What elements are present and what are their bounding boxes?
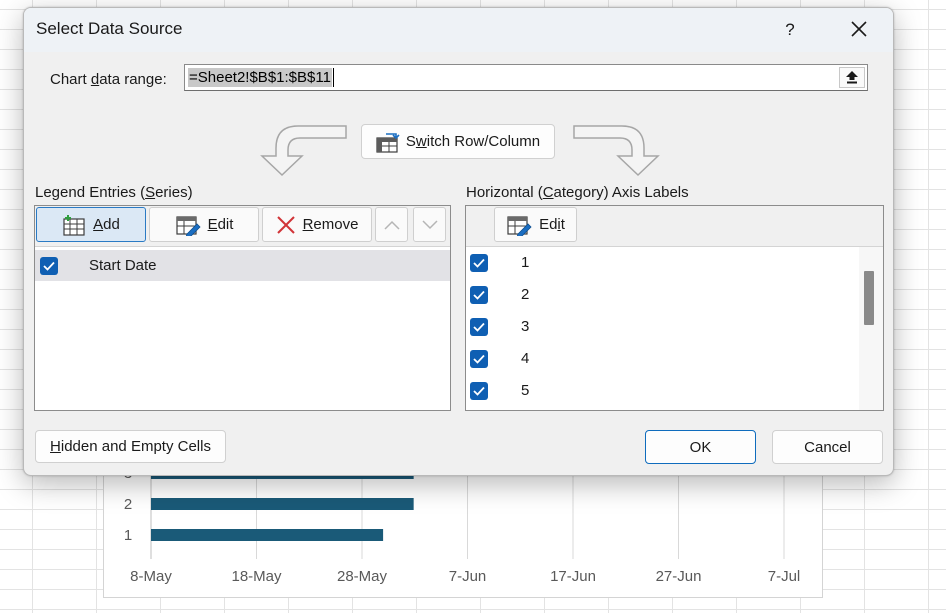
switch-row-column-icon: [376, 132, 400, 153]
collapse-arrow-icon: [846, 71, 858, 84]
x-tick-label: 8-May: [130, 568, 172, 585]
edit-label: Edit: [207, 216, 234, 233]
category-row[interactable]: 5: [466, 375, 858, 406]
remove-x-icon: [276, 215, 295, 234]
y-tick-label: 1: [124, 527, 132, 544]
chart-data-range-value: =Sheet2!$B$1:$B$11: [188, 68, 332, 87]
category-label: 3: [521, 318, 530, 335]
y-tick-label: 2: [124, 496, 132, 513]
category-checkbox[interactable]: [470, 286, 488, 304]
text-caret: [333, 68, 334, 87]
category-checkbox[interactable]: [470, 382, 488, 400]
help-button[interactable]: ?: [770, 8, 810, 52]
close-button[interactable]: [834, 8, 884, 52]
edit-table-icon: [175, 215, 201, 236]
select-data-source-dialog: Select Data Source ? Chart data range: =…: [23, 7, 894, 476]
category-list-scrollbar[interactable]: [859, 247, 883, 410]
title-bar: Select Data Source ?: [24, 8, 893, 52]
category-checkbox[interactable]: [470, 254, 488, 272]
chevron-down-icon: [421, 219, 438, 229]
category-label: 4: [521, 350, 530, 367]
x-tick-label: 7-Jul: [768, 568, 801, 585]
chart-data-range-input[interactable]: =Sheet2!$B$1:$B$11: [184, 64, 868, 91]
checkmark-icon: [473, 386, 485, 396]
axis-edit-label: Edit: [539, 216, 565, 233]
x-tick-label: 7-Jun: [449, 568, 487, 585]
edit-table-icon: [507, 215, 532, 236]
cancel-label: Cancel: [804, 438, 851, 456]
category-row[interactable]: 4: [466, 343, 858, 374]
switch-row-column-label: Switch Row/Column: [405, 133, 541, 150]
remove-series-button[interactable]: Remove: [262, 207, 372, 242]
collapse-dialog-button[interactable]: [839, 67, 865, 88]
switch-row-column-button[interactable]: Switch Row/Column: [361, 124, 555, 159]
axis-labels-label: Horizontal (Category) Axis Labels: [466, 184, 689, 201]
legend-entries-panel: Add Edit Remove Start Date: [34, 205, 451, 411]
series-row[interactable]: Start Date: [35, 250, 450, 281]
scrollbar-thumb[interactable]: [864, 271, 874, 325]
series-name: Start Date: [89, 257, 157, 274]
category-checkbox[interactable]: [470, 318, 488, 336]
bar-chart-svg: 8-May 18-May 28-May 7-Jun 17-Jun 27-Jun 7-Jul 1…: [124, 463, 801, 585]
axis-toolbar: Edit: [466, 206, 883, 247]
hidden-empty-cells-label: Hidden and Empty Cells: [50, 438, 211, 455]
background-bar-chart: 8-May 18-May 28-May 7-Jun 17-Jun 27-Jun 7-Jul 1…: [103, 462, 823, 598]
switch-right-arrow-icon: [573, 125, 660, 177]
ok-button[interactable]: OK: [645, 430, 756, 464]
checkmark-icon: [473, 290, 485, 300]
move-down-button[interactable]: [413, 207, 446, 242]
hidden-empty-cells-button[interactable]: Hidden and Empty Cells: [35, 430, 226, 463]
checkmark-icon: [473, 354, 485, 364]
switch-left-arrow-icon: [260, 125, 347, 177]
category-axis-labels-panel: Edit 1 2 3 4 5: [465, 205, 884, 411]
edit-series-button[interactable]: Edit: [149, 207, 259, 242]
category-row[interactable]: 2: [466, 279, 858, 310]
checkmark-icon: [473, 322, 485, 332]
category-label: 1: [521, 254, 530, 271]
edit-axis-labels-button[interactable]: Edit: [494, 207, 577, 242]
checkmark-icon: [43, 261, 55, 271]
legend-entries-label: Legend Entries (Series): [35, 184, 193, 201]
x-tick-label: 17-Jun: [550, 568, 596, 585]
series-checkbox[interactable]: [40, 257, 58, 275]
dialog-title: Select Data Source: [36, 19, 183, 38]
add-series-button[interactable]: Add: [36, 207, 146, 242]
checkmark-icon: [473, 258, 485, 268]
remove-label: Remove: [302, 216, 359, 233]
category-row[interactable]: 1: [466, 247, 858, 278]
chart-bar: [151, 529, 384, 541]
add-label: Add: [93, 216, 120, 233]
category-label: 5: [521, 382, 530, 399]
chevron-up-icon: [383, 220, 400, 230]
x-tick-label: 18-May: [231, 568, 282, 585]
legend-toolbar: Add Edit Remove: [35, 206, 450, 247]
category-row[interactable]: 3: [466, 311, 858, 342]
category-checkbox[interactable]: [470, 350, 488, 368]
move-up-button[interactable]: [375, 207, 408, 242]
chart-bar: [151, 498, 414, 510]
cancel-button[interactable]: Cancel: [772, 430, 883, 464]
ok-label: OK: [689, 438, 712, 456]
close-icon: [851, 21, 867, 37]
category-label: 2: [521, 286, 530, 303]
add-table-icon: [63, 214, 85, 236]
chart-data-range-label: Chart data range:: [50, 71, 167, 88]
x-tick-label: 27-Jun: [656, 568, 702, 585]
x-tick-label: 28-May: [337, 568, 388, 585]
